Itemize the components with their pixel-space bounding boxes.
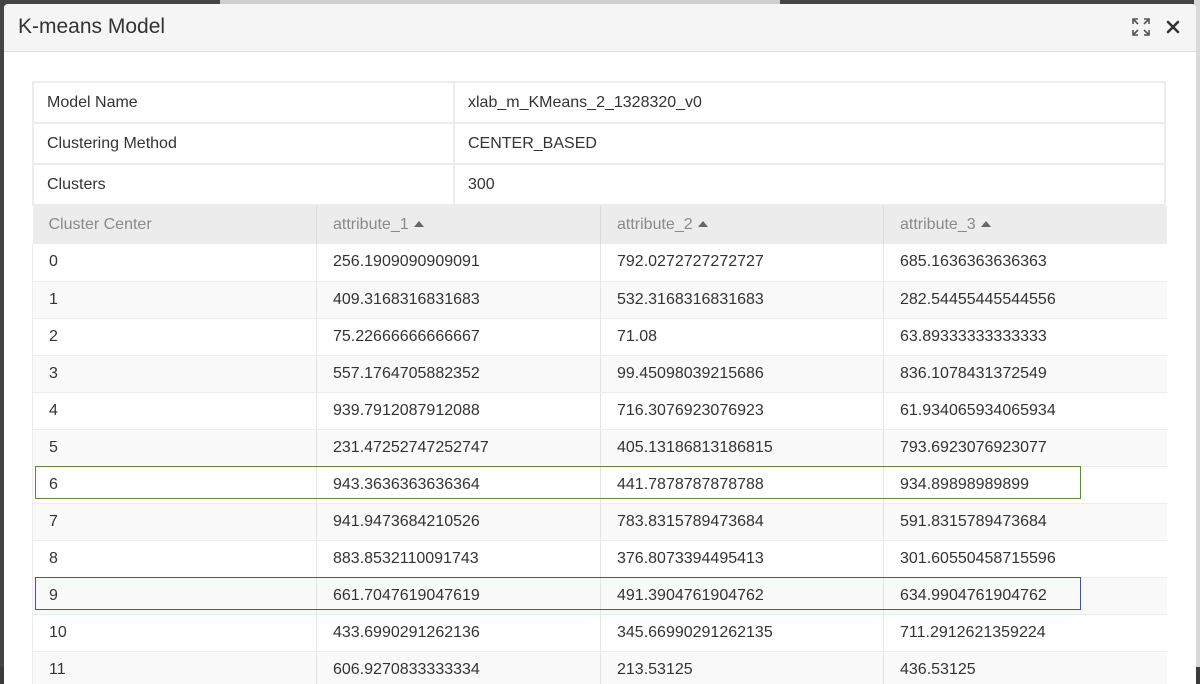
table-row[interactable]: 4 939.7912087912088 716.3076923076923 61.93…	[32, 392, 1167, 430]
attribute-cell: 836.1078431372549	[883, 355, 1167, 393]
info-row: Clusters 300	[32, 163, 1166, 206]
cluster-id-cell: 7	[32, 503, 317, 541]
attribute-cell: 783.8315789473684	[600, 503, 884, 541]
table-row[interactable]: 9 661.7047619047619 491.3904761904762 634.9…	[32, 577, 1167, 615]
cluster-id-cell: 5	[32, 429, 317, 467]
attribute-cell: 792.0272727272727	[600, 244, 884, 282]
attribute-cell: 934.89898989899	[883, 466, 1167, 504]
info-value: 300	[453, 163, 1166, 206]
table-row[interactable]: 5 231.47252747252747 405.13186813186815 793…	[32, 429, 1167, 467]
attribute-cell: 941.9473684210526	[316, 503, 601, 541]
attribute-cell: 71.08	[600, 318, 884, 356]
attribute-cell: 557.1764705882352	[316, 355, 601, 393]
sort-asc-icon	[697, 221, 708, 227]
attribute-cell: 213.53125	[600, 651, 884, 684]
table-row[interactable]: 1 409.3168316831683 532.3168316831683 282.5…	[32, 281, 1167, 319]
cluster-id-cell: 0	[32, 244, 317, 282]
cluster-centers-table: Cluster Center attribute_1 attribute_2 a…	[32, 206, 1167, 684]
centers-wrapper: Cluster Center attribute_1 attribute_2 a…	[32, 206, 1167, 684]
header-attribute-3[interactable]: attribute_3	[883, 206, 1167, 244]
attribute-cell: 345.66990291262135	[600, 614, 884, 652]
attribute-cell: 591.8315789473684	[883, 503, 1167, 541]
cluster-id-cell: 3	[32, 355, 317, 393]
close-icon[interactable]	[1162, 16, 1184, 38]
header-cluster-center: Cluster Center	[32, 206, 317, 244]
info-row: Clustering Method CENTER_BASED	[32, 122, 1166, 165]
cluster-id-cell: 10	[32, 614, 317, 652]
attribute-cell: 231.47252747252747	[316, 429, 601, 467]
info-row: Model Name xlab_m_KMeans_2_1328320_v0	[32, 81, 1166, 124]
dialog-title: K-means Model	[18, 15, 166, 38]
attribute-cell: 711.2912621359224	[883, 614, 1167, 652]
attribute-cell: 436.53125	[883, 651, 1167, 684]
attribute-cell: 256.1909090909091	[316, 244, 601, 282]
attribute-cell: 409.3168316831683	[316, 281, 601, 319]
table-row[interactable]: 0 256.1909090909091 792.0272727272727 685.1…	[32, 244, 1167, 282]
attribute-cell: 685.1636363636363	[883, 244, 1167, 282]
table-row[interactable]: 6 943.3636363636364 441.7878787878788 934.8…	[32, 466, 1167, 504]
attribute-cell: 301.60550458715596	[883, 540, 1167, 578]
attribute-cell: 634.9904761904762	[883, 577, 1167, 615]
kmeans-model-dialog: K-means Model Model Name xlab_m_KMeans_2_…	[4, 4, 1196, 684]
attribute-cell: 405.13186813186815	[600, 429, 884, 467]
attribute-cell: 532.3168316831683	[600, 281, 884, 319]
attribute-cell: 793.6923076923077	[883, 429, 1167, 467]
header-attribute-2[interactable]: attribute_2	[600, 206, 884, 244]
cluster-id-cell: 8	[32, 540, 317, 578]
sort-asc-icon	[413, 221, 424, 227]
info-label: Model Name	[32, 81, 455, 124]
dialog-header: K-means Model	[4, 4, 1196, 52]
expand-icon[interactable]	[1130, 16, 1152, 38]
attribute-cell: 606.9270833333334	[316, 651, 601, 684]
table-row[interactable]: 11 606.9270833333334 213.53125 436.53125	[32, 651, 1167, 684]
cluster-id-cell: 9	[32, 577, 317, 615]
attribute-cell: 433.6990291262136	[316, 614, 601, 652]
attribute-cell: 939.7912087912088	[316, 392, 601, 430]
info-value: xlab_m_KMeans_2_1328320_v0	[453, 81, 1166, 124]
cluster-id-cell: 1	[32, 281, 317, 319]
attribute-cell: 61.934065934065934	[883, 392, 1167, 430]
cluster-id-cell: 11	[32, 651, 317, 684]
attribute-cell: 491.3904761904762	[600, 577, 884, 615]
attribute-cell: 883.8532110091743	[316, 540, 601, 578]
attribute-cell: 376.8073394495413	[600, 540, 884, 578]
attribute-cell: 63.89333333333333	[883, 318, 1167, 356]
attribute-cell: 943.3636363636364	[316, 466, 601, 504]
model-info-table: Model Name xlab_m_KMeans_2_1328320_v0 Clus…	[32, 81, 1166, 206]
dialog-body: Model Name xlab_m_KMeans_2_1328320_v0 Clus…	[32, 81, 1167, 684]
cluster-id-cell: 6	[32, 466, 317, 504]
info-value: CENTER_BASED	[453, 122, 1166, 165]
attribute-cell: 661.7047619047619	[316, 577, 601, 615]
header-actions	[1130, 16, 1184, 38]
table-row[interactable]: 7 941.9473684210526 783.8315789473684 591.8…	[32, 503, 1167, 541]
info-label: Clustering Method	[32, 122, 455, 165]
cluster-id-cell: 2	[32, 318, 317, 356]
attribute-cell: 75.22666666666667	[316, 318, 601, 356]
attribute-cell: 282.54455445544556	[883, 281, 1167, 319]
header-attribute-1[interactable]: attribute_1	[316, 206, 601, 244]
table-row[interactable]: 10 433.6990291262136 345.66990291262135 711…	[32, 614, 1167, 652]
table-row[interactable]: 3 557.1764705882352 99.45098039215686 836.1…	[32, 355, 1167, 393]
info-label: Clusters	[32, 163, 455, 206]
attribute-cell: 99.45098039215686	[600, 355, 884, 393]
sort-asc-icon	[980, 221, 991, 227]
cluster-id-cell: 4	[32, 392, 317, 430]
centers-header-row: Cluster Center attribute_1 attribute_2 a…	[32, 206, 1167, 244]
attribute-cell: 716.3076923076923	[600, 392, 884, 430]
table-row[interactable]: 8 883.8532110091743 376.8073394495413 301.6…	[32, 540, 1167, 578]
attribute-cell: 441.7878787878788	[600, 466, 884, 504]
table-row[interactable]: 2 75.22666666666667 71.08 63.89333333333333	[32, 318, 1167, 356]
